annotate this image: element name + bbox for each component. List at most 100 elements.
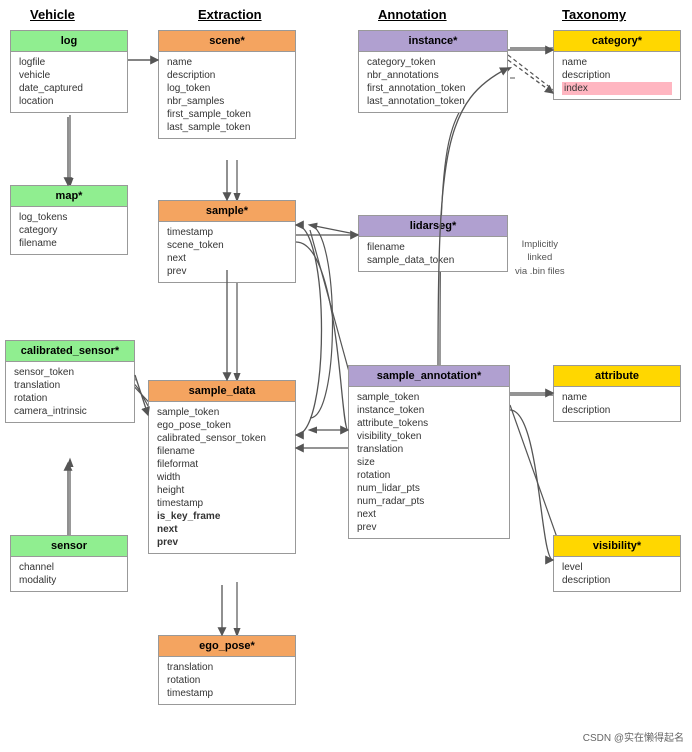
field-nbr-annotations: nbr_annotations <box>367 69 499 82</box>
field-fileformat: fileformat <box>157 458 287 471</box>
field-is-key-frame: is_key_frame <box>157 510 287 523</box>
section-taxonomy: Taxonomy <box>562 7 626 22</box>
entity-scene-header: scene* <box>159 31 295 52</box>
section-vehicle: Vehicle <box>30 7 75 22</box>
field-vehicle: vehicle <box>19 69 119 82</box>
field-instance-token: instance_token <box>357 404 501 417</box>
entity-ego-pose-body: translation rotation timestamp <box>159 657 295 704</box>
field-attr-description: description <box>562 404 672 417</box>
field-description: description <box>167 69 287 82</box>
entity-sample-annotation-header: sample_annotation* <box>349 366 509 387</box>
field-index: index <box>562 82 672 95</box>
field-log-token: log_token <box>167 82 287 95</box>
field-nbr-samples: nbr_samples <box>167 95 287 108</box>
field-sd-sample-token: sample_token <box>157 406 287 419</box>
entity-map: map* log_tokens category filename <box>10 185 128 255</box>
field-level: level <box>562 561 672 574</box>
field-date-captured: date_captured <box>19 82 119 95</box>
field-attr-name: name <box>562 391 672 404</box>
field-sample-data-token: sample_data_token <box>367 254 499 267</box>
entity-scene-body: name description log_token nbr_samples f… <box>159 52 295 138</box>
section-annotation: Annotation <box>378 7 447 22</box>
field-first-sample-token: first_sample_token <box>167 108 287 121</box>
entity-instance-body: category_token nbr_annotations first_ann… <box>359 52 507 112</box>
entity-attribute-body: name description <box>554 387 680 421</box>
field-modality: modality <box>19 574 119 587</box>
field-logfile: logfile <box>19 56 119 69</box>
diagram-container: Vehicle Extraction Annotation Taxonomy <box>0 0 692 752</box>
field-log-tokens: log_tokens <box>19 211 119 224</box>
field-last-sample-token: last_sample_token <box>167 121 287 134</box>
field-num-lidar-pts: num_lidar_pts <box>357 482 501 495</box>
field-sd-prev: prev <box>157 536 287 549</box>
entity-instance-header: instance* <box>359 31 507 52</box>
entity-attribute: attribute name description <box>553 365 681 422</box>
entity-calibrated-sensor-header: calibrated_sensor* <box>6 341 134 362</box>
field-translation: translation <box>14 379 126 392</box>
entity-category-header: category* <box>554 31 680 52</box>
entity-calibrated-sensor-body: sensor_token translation rotation camera… <box>6 362 134 422</box>
field-timestamp: timestamp <box>167 226 287 239</box>
field-channel: channel <box>19 561 119 574</box>
field-cat-name: name <box>562 56 672 69</box>
entity-visibility: visibility* level description <box>553 535 681 592</box>
field-ls-filename: filename <box>367 241 499 254</box>
field-sa-translation: translation <box>357 443 501 456</box>
entity-visibility-header: visibility* <box>554 536 680 557</box>
entity-log: log logfile vehicle date_captured locati… <box>10 30 128 113</box>
entity-sample-data-body: sample_token ego_pose_token calibrated_s… <box>149 402 295 553</box>
field-attribute-tokens: attribute_tokens <box>357 417 501 430</box>
field-category: category <box>19 224 119 237</box>
entity-attribute-header: attribute <box>554 366 680 387</box>
entity-visibility-body: level description <box>554 557 680 591</box>
entity-calibrated-sensor: calibrated_sensor* sensor_token translat… <box>5 340 135 423</box>
field-vis-description: description <box>562 574 672 587</box>
field-sd-next: next <box>157 523 287 536</box>
entity-sample: sample* timestamp scene_token next prev <box>158 200 296 283</box>
field-first-annotation-token: first_annotation_token <box>367 82 499 95</box>
entity-sample-data-header: sample_data <box>149 381 295 402</box>
field-ep-translation: translation <box>167 661 287 674</box>
entity-sample-header: sample* <box>159 201 295 222</box>
field-inst-category-token: category_token <box>367 56 499 69</box>
entity-sensor-body: channel modality <box>11 557 127 591</box>
entity-scene: scene* name description log_token nbr_sa… <box>158 30 296 139</box>
field-visibility-token: visibility_token <box>357 430 501 443</box>
field-ego-pose-token: ego_pose_token <box>157 419 287 432</box>
field-prev: prev <box>167 265 287 278</box>
field-name: name <box>167 56 287 69</box>
entity-sample-annotation: sample_annotation* sample_token instance… <box>348 365 510 539</box>
field-location: location <box>19 95 119 108</box>
field-sd-timestamp: timestamp <box>157 497 287 510</box>
field-num-radar-pts: num_radar_pts <box>357 495 501 508</box>
section-extraction: Extraction <box>198 7 262 22</box>
entity-category-body: name description index <box>554 52 680 99</box>
field-sa-sample-token: sample_token <box>357 391 501 404</box>
field-size: size <box>357 456 501 469</box>
entity-lidarseg: lidarseg* filename sample_data_token <box>358 215 508 272</box>
entity-lidarseg-header: lidarseg* <box>359 216 507 237</box>
field-sd-filename: filename <box>157 445 287 458</box>
field-next: next <box>167 252 287 265</box>
field-cat-description: description <box>562 69 672 82</box>
entity-sensor-header: sensor <box>11 536 127 557</box>
entity-log-header: log <box>11 31 127 52</box>
entity-map-body: log_tokens category filename <box>11 207 127 254</box>
field-height: height <box>157 484 287 497</box>
implicit-linked-text: Implicitlylinkedvia .bin files <box>515 238 565 278</box>
field-calibrated-sensor-token: calibrated_sensor_token <box>157 432 287 445</box>
field-scene-token: scene_token <box>167 239 287 252</box>
field-sa-prev: prev <box>357 521 501 534</box>
entity-sample-data: sample_data sample_token ego_pose_token … <box>148 380 296 554</box>
field-filename: filename <box>19 237 119 250</box>
entity-instance: instance* category_token nbr_annotations… <box>358 30 508 113</box>
entity-log-body: logfile vehicle date_captured location <box>11 52 127 112</box>
field-sa-rotation: rotation <box>357 469 501 482</box>
entity-sensor: sensor channel modality <box>10 535 128 592</box>
entity-lidarseg-body: filename sample_data_token <box>359 237 507 271</box>
field-camera-intrinsic: camera_intrinsic <box>14 405 126 418</box>
watermark: CSDN @实在懒得起名 <box>583 729 684 744</box>
field-sa-next: next <box>357 508 501 521</box>
field-rotation: rotation <box>14 392 126 405</box>
entity-sample-annotation-body: sample_token instance_token attribute_to… <box>349 387 509 538</box>
